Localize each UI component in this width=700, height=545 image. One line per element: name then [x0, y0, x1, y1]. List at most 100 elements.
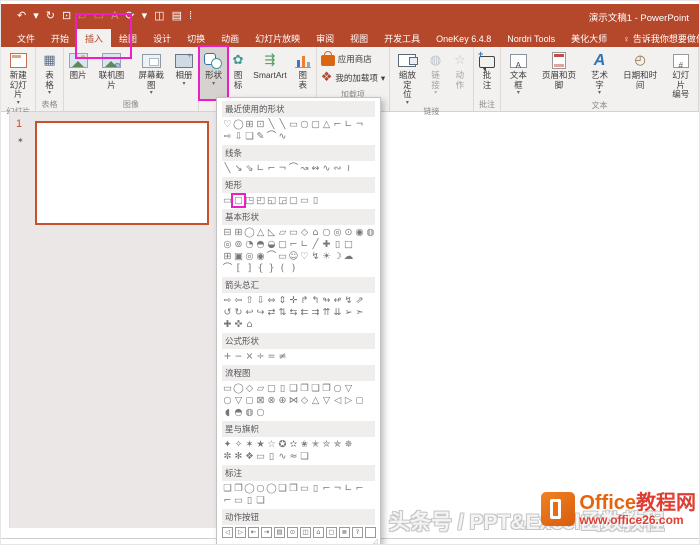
- shape-icon[interactable]: ⇤: [248, 527, 259, 538]
- shape-icon[interactable]: ⌂: [244, 319, 255, 330]
- shape-icon[interactable]: ◉: [354, 227, 365, 238]
- shape-icon[interactable]: ▱: [255, 383, 266, 394]
- shape-icon[interactable]: ╲: [277, 119, 288, 130]
- shape-icon[interactable]: ⇩: [255, 295, 266, 306]
- shape-icon[interactable]: +: [222, 351, 233, 362]
- shape-icon[interactable]: ▽: [321, 395, 332, 406]
- shape-icon[interactable]: △: [310, 395, 321, 406]
- shape-icon[interactable]: ∟: [255, 163, 266, 174]
- shape-icon[interactable]: ⌐: [222, 495, 233, 506]
- shape-icon[interactable]: ⊗: [266, 395, 277, 406]
- shape-icon[interactable]: ↩: [244, 307, 255, 318]
- shape-icon[interactable]: △: [321, 119, 332, 130]
- shape-icon[interactable]: ❏: [255, 495, 266, 506]
- shape-icon[interactable]: ✛: [288, 295, 299, 306]
- shape-icon[interactable]: ◒: [266, 239, 277, 250]
- shape-icon[interactable]: ↯: [310, 251, 321, 262]
- shape-icon[interactable]: ▯: [244, 495, 255, 506]
- shape-icon[interactable]: ◓: [233, 407, 244, 418]
- shape-icon[interactable]: ◓: [255, 239, 266, 250]
- shape-icon[interactable]: ✜: [233, 319, 244, 330]
- shape-icon[interactable]: ✪: [277, 439, 288, 450]
- shape-icon[interactable]: ≣: [339, 527, 350, 538]
- shape-icon[interactable]: ]: [244, 263, 255, 274]
- shape-icon[interactable]: ✭: [310, 439, 321, 450]
- tab-tellme[interactable]: ♀告诉我你想要做什么: [615, 29, 699, 47]
- ribbon-button-zoom[interactable]: 缩放定 位 ▾: [391, 47, 423, 106]
- shape-icon[interactable]: ◫: [300, 527, 311, 538]
- shape-icon[interactable]: ⇩: [233, 131, 244, 142]
- shape-icon[interactable]: ◎: [222, 239, 233, 250]
- shape-icon[interactable]: ▯: [277, 383, 288, 394]
- shape-icon[interactable]: ❐: [233, 483, 244, 494]
- shape-icon[interactable]: ↰: [310, 295, 321, 306]
- shape-icon[interactable]: ❒: [321, 383, 332, 394]
- save-icon[interactable]: ◫: [154, 8, 164, 24]
- shape-icon[interactable]: ◍: [244, 407, 255, 418]
- ribbon-button-screenshot[interactable]: 屏幕截图 ▾: [131, 47, 171, 99]
- tab-developer[interactable]: 开发工具: [376, 29, 428, 47]
- shape-icon[interactable]: ▷: [235, 527, 246, 538]
- shape-icon[interactable]: ➣: [354, 307, 365, 318]
- tab-design[interactable]: 设计: [145, 29, 179, 47]
- shape-icon[interactable]: □: [343, 239, 354, 250]
- shape-icon[interactable]: ⌂: [310, 227, 321, 238]
- shape-icon[interactable]: ⇧: [244, 295, 255, 306]
- shape-icon[interactable]: △: [255, 227, 266, 238]
- shape-icon[interactable]: ◖: [222, 407, 233, 418]
- shape-icon[interactable]: ❒: [288, 483, 299, 494]
- redo-icon[interactable]: ↻: [46, 8, 55, 24]
- shape-icon[interactable]: ▯: [266, 451, 277, 462]
- shape-icon[interactable]: ↪: [255, 307, 266, 318]
- shape-icon[interactable]: ◲: [277, 195, 288, 206]
- shape-icon[interactable]: ∿: [277, 451, 288, 462]
- shape-icon[interactable]: ≀: [343, 163, 354, 174]
- shape-icon[interactable]: ○: [255, 483, 266, 494]
- shape-icon[interactable]: ▽: [233, 395, 244, 406]
- shape-icon[interactable]: ○: [222, 395, 233, 406]
- ribbon-button-header-footer[interactable]: 页眉和页脚: [535, 47, 584, 100]
- shape-icon[interactable]: ÷: [255, 351, 266, 362]
- shape-icon[interactable]: ∟: [343, 119, 354, 130]
- shape-icon[interactable]: ∟: [343, 483, 354, 494]
- shape-icon[interactable]: ◱: [266, 195, 277, 206]
- shape-icon[interactable]: ☽: [332, 251, 343, 262]
- shape-icon[interactable]: ¬: [332, 483, 343, 494]
- ribbon-button-shapes[interactable]: 形状 ▾: [198, 45, 230, 101]
- shape-icon[interactable]: ⊕: [277, 395, 288, 406]
- ribbon-button-wordart[interactable]: A 艺术字 ▾: [583, 47, 615, 100]
- shape-icon[interactable]: ↻: [233, 307, 244, 318]
- shape-icon[interactable]: ✫: [288, 439, 299, 450]
- shape-icon[interactable]: ⌐: [354, 483, 365, 494]
- ribbon-button-link[interactable]: ◍ 链接 ▾: [423, 47, 447, 106]
- shape-icon[interactable]: ▭: [288, 227, 299, 238]
- shape-icon[interactable]: ◎: [332, 227, 343, 238]
- shape-icon[interactable]: ○: [255, 407, 266, 418]
- shape-icon[interactable]: ↘: [233, 163, 244, 174]
- shape-icon[interactable]: ▭: [255, 451, 266, 462]
- shape-icon[interactable]: ⊚: [233, 239, 244, 250]
- shape-icon[interactable]: ▭: [299, 483, 310, 494]
- shape-icon[interactable]: ✮: [321, 439, 332, 450]
- shape-icon[interactable]: ▭: [222, 195, 233, 206]
- shape-icon[interactable]: ▢: [266, 383, 277, 394]
- ribbon-button-table[interactable]: ▦ 表格 ▾: [37, 47, 61, 99]
- ribbon-button-action[interactable]: ☆ 动作: [448, 47, 472, 106]
- shape-icon[interactable]: ⇗: [354, 295, 365, 306]
- shape-icon[interactable]: ▣: [233, 251, 244, 262]
- shape-icon[interactable]: ◳: [244, 195, 255, 206]
- shape-icon[interactable]: ⇆: [288, 307, 299, 318]
- ribbon-button-icons[interactable]: ✿ 图标: [227, 47, 249, 99]
- shape-icon[interactable]: ◻: [244, 395, 255, 406]
- shape-icon[interactable]: ○: [332, 383, 343, 394]
- shape-icon[interactable]: ✯: [332, 439, 343, 450]
- shape-icon[interactable]: ≠: [277, 351, 288, 362]
- shape-icon[interactable]: ✦: [222, 439, 233, 450]
- shape-icon[interactable]: ⌒: [266, 251, 277, 262]
- shape-icon[interactable]: ○: [299, 119, 310, 130]
- shape-icon[interactable]: ¬: [354, 119, 365, 130]
- shape-icon[interactable]: ∿: [321, 163, 332, 174]
- tab-slideshow[interactable]: 幻灯片放映: [247, 29, 308, 47]
- shape-icon[interactable]: ⌒: [222, 263, 233, 274]
- shape-icon[interactable]: ▽: [343, 383, 354, 394]
